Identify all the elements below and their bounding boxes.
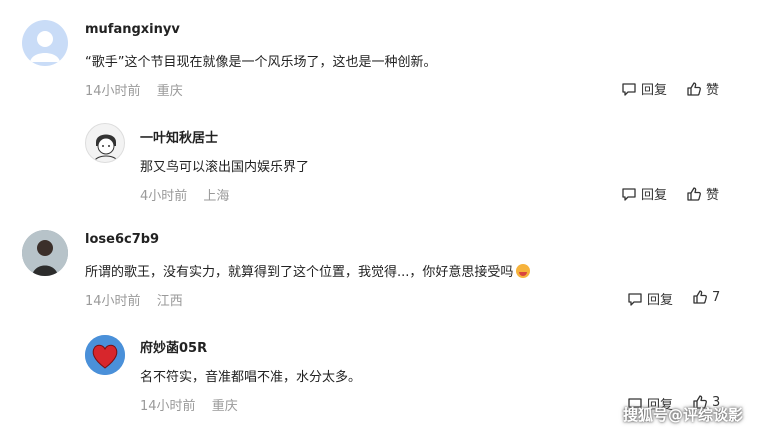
location: 重庆 [211, 399, 238, 414]
comment-meta: 14小时前 重庆 [85, 80, 183, 99]
heart-avatar-icon [85, 335, 125, 375]
reply-label: 回复 [647, 293, 674, 308]
reply-button[interactable]: 回复 [621, 79, 667, 98]
comment-meta: 4小时前 上海 [140, 185, 229, 204]
avatar[interactable] [85, 335, 125, 375]
location: 上海 [203, 189, 230, 204]
comment-text: 那又鸟可以滚出国内娱乐界了 [140, 160, 310, 175]
sketch-avatar-icon [93, 134, 119, 162]
like-label: 赞 [706, 83, 720, 98]
comment-text: 名不符实，音准都唱不准，水分太多。 [140, 370, 362, 385]
like-button[interactable]: 赞 [686, 184, 719, 203]
location: 重庆 [156, 84, 183, 99]
default-avatar-icon [30, 31, 60, 62]
emoji-face-icon [516, 264, 531, 278]
like-count: 7 [712, 289, 721, 305]
watermark: 搜狐号@评综谈影 [622, 406, 743, 424]
photo-avatar-icon [22, 230, 68, 276]
avatar[interactable] [22, 230, 68, 276]
location: 江西 [156, 294, 183, 309]
comment-meta: 14小时前 重庆 [140, 395, 238, 414]
like-button[interactable]: 赞 [686, 79, 719, 98]
like-button[interactable]: 7 [692, 289, 720, 305]
comment-item: lose6c7b9 所谓的歌王，没有实力，就算得到了这个位置，我觉得...，你好… [0, 210, 757, 315]
reply-label: 回复 [641, 83, 668, 98]
thumbs-up-icon [693, 290, 707, 304]
username[interactable]: mufangxinyv [85, 22, 180, 37]
reply-comment-item: 一叶知秋居士 那又鸟可以滚出国内娱乐界了 4小时前 上海 回复 赞 [0, 105, 757, 210]
username[interactable]: lose6c7b9 [85, 232, 159, 247]
reply-button[interactable]: 回复 [627, 289, 673, 308]
comment-text: 所谓的歌王，没有实力，就算得到了这个位置，我觉得...，你好意思接受吗 [85, 261, 531, 280]
thumbs-up-icon [687, 186, 701, 201]
comment-meta: 14小时前 江西 [85, 290, 183, 309]
comment-bubble-icon [622, 82, 636, 96]
timestamp: 4小时前 [140, 189, 188, 204]
comment-text: “歌手”这个节目现在就像是一个风乐场了，这也是一种创新。 [85, 55, 437, 70]
avatar[interactable] [85, 123, 125, 163]
timestamp: 14小时前 [140, 399, 196, 414]
timestamp: 14小时前 [85, 84, 141, 99]
username[interactable]: 一叶知秋居士 [140, 127, 218, 146]
reply-button[interactable]: 回复 [621, 184, 667, 203]
thumbs-up-icon [687, 81, 701, 96]
username[interactable]: 府妙菡05R [140, 337, 207, 356]
avatar[interactable] [22, 20, 68, 66]
comment-bubble-icon [628, 292, 642, 306]
comment-bubble-icon [622, 187, 636, 201]
comment-item: mufangxinyv “歌手”这个节目现在就像是一个风乐场了，这也是一种创新。… [0, 0, 757, 105]
timestamp: 14小时前 [85, 294, 141, 309]
reply-label: 回复 [641, 188, 668, 203]
comment-text-body: 所谓的歌王，没有实力，就算得到了这个位置，我觉得...，你好意思接受吗 [85, 265, 514, 280]
like-label: 赞 [706, 188, 720, 203]
